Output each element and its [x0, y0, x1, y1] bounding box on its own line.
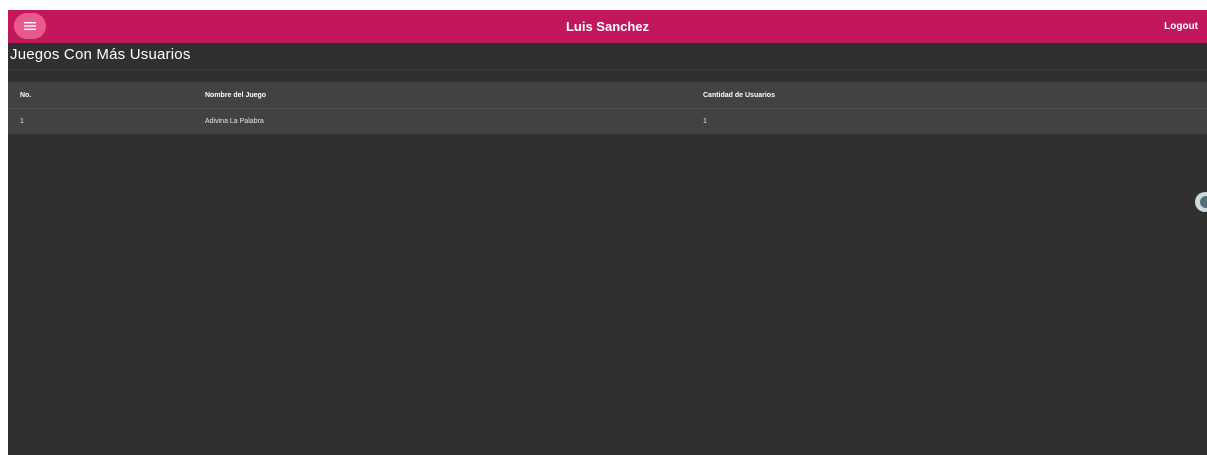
column-header-game-name[interactable]: Nombre del Juego: [193, 82, 691, 109]
table-row[interactable]: 1 Adivina La Palabra 1: [8, 109, 1207, 135]
title-divider: [8, 69, 1207, 70]
eye-icon: [1200, 196, 1207, 208]
app-frame: Luis Sanchez Logout Juegos Con Más Usuar…: [8, 10, 1207, 455]
cell-game-name: Adivina La Palabra: [205, 118, 264, 125]
top-toolbar: Luis Sanchez Logout: [8, 10, 1207, 43]
cell-no: 1: [20, 118, 24, 125]
user-name: Luis Sanchez: [565, 19, 650, 34]
table-header-row: No. Nombre del Juego Cantidad de Usuario…: [8, 82, 1207, 109]
side-panel-toggle[interactable]: [1195, 192, 1207, 212]
hamburger-menu-icon: [24, 22, 36, 30]
logout-button[interactable]: Logout: [1164, 10, 1198, 43]
column-header-user-count[interactable]: Cantidad de Usuarios: [691, 82, 1207, 109]
column-header-no[interactable]: No.: [8, 82, 193, 109]
menu-button[interactable]: [14, 13, 46, 39]
page-title: Juegos Con Más Usuarios: [10, 46, 191, 63]
cell-user-count: 1: [703, 118, 707, 125]
games-table: No. Nombre del Juego Cantidad de Usuario…: [8, 82, 1207, 134]
